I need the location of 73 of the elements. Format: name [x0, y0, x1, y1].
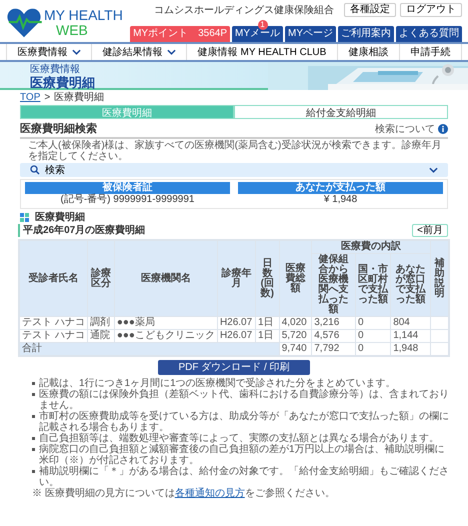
logo-title: MY HEALTH	[44, 8, 123, 22]
note-text: 医療費の額には保険外負担（差額ベット代、歯科における自費診療分等）は、含まれておりません。	[39, 389, 450, 411]
month-title: 平成26年07月の医療費明細	[23, 225, 146, 236]
table-cell: 3,216	[312, 316, 356, 330]
column-header: 医療機関名	[114, 240, 218, 316]
info-icon	[438, 124, 448, 134]
quick-link-button[interactable]: MYページ	[285, 26, 336, 42]
table-cell: H26.07	[217, 316, 256, 330]
table-cell: 0	[356, 330, 391, 342]
column-header: 健保組合から医療機関へ支払った額	[312, 254, 356, 316]
chevron-down-icon	[166, 49, 176, 55]
table-cell: ●●●薬局	[114, 316, 218, 330]
header-button[interactable]: 各種設定	[344, 3, 396, 17]
summary-value: ¥ 1,948	[322, 194, 358, 206]
pdf-download-button[interactable]: PDF ダウンロード / 印刷	[158, 360, 310, 375]
grid-icon	[20, 213, 29, 222]
footnote-text: ※ 医療費明細の見方については各種通知の見方をご参照ください。	[32, 488, 336, 499]
table-cell: 4,020	[279, 316, 312, 330]
column-header: 受診者氏名	[19, 240, 88, 316]
chevron-down-icon	[72, 49, 81, 55]
table-cell: 804	[390, 316, 430, 330]
search-icon	[30, 165, 40, 175]
breadcrumb-separator: >	[44, 92, 50, 103]
quick-link-button[interactable]: MYポイント 3564P	[130, 26, 230, 42]
notification-badge: 1	[258, 20, 268, 30]
section-title: 医療費明細検索	[20, 122, 97, 136]
search-expander[interactable]: 検索	[20, 163, 448, 177]
logo-subtitle: WEB	[55, 22, 89, 38]
breadcrumb-link[interactable]: TOP	[20, 92, 40, 103]
table-cell: 4,576	[312, 330, 356, 342]
nav-menu-item[interactable]: 申請手続	[398, 44, 462, 60]
column-header: 補助説明	[430, 240, 449, 316]
table-cell: 調剤	[87, 316, 114, 330]
search-description: ご本人(被保険者)様は、家族すべての医療機関(薬局含む)受診状況が検索できます。診療年月を指定してください。	[28, 140, 442, 162]
header-button[interactable]: ログアウト	[400, 3, 462, 17]
column-header: 診療区分	[87, 240, 114, 316]
note-text: 病院窓口の自己負担額と減額審査後の自己負担額の差が1万円以上の場合は、補助説明欄に米印（※）が付記されております。	[39, 444, 446, 466]
breadcrumb-current: 医療費明細	[54, 92, 104, 103]
organization-name: コムシスホールディングス健康保険組合	[154, 4, 334, 17]
note-text: 市町村の医療費助成等を受けている方は、助成分等が「あなたが窓口で支払った額」の欄に記載される場合もあります。	[39, 411, 450, 433]
table-cell: 1,144	[390, 330, 430, 342]
column-header: 医療費総額	[279, 240, 312, 316]
note-text: 補助説明欄に「＊」がある場合は、給付金の対象です。「給付金支給明細」もご確認ください。	[39, 466, 450, 488]
quick-link-button[interactable]: ご利用案内	[338, 26, 394, 42]
quick-link-button[interactable]: MYメール	[232, 26, 283, 42]
note-text: 自己負担額等は、端数処理や審査等によって、実際の支払額とは異なる場合があります。	[39, 433, 439, 444]
guide-link[interactable]: 各種通知の見方	[174, 488, 245, 499]
previous-month-button[interactable]: <前月	[412, 224, 448, 237]
column-header: 診療年月	[217, 240, 256, 316]
total-cell: 7,792	[312, 342, 356, 356]
table-cell: テスト ハナコ	[19, 316, 88, 330]
page-title: 医療費明細	[30, 75, 96, 90]
total-label: 合計	[19, 342, 280, 356]
table-cell: 1日	[255, 316, 280, 330]
total-cell: 9,740	[279, 342, 312, 356]
tab[interactable]: 給付金支給明細	[234, 105, 448, 119]
summary-heading: あなたが支払った額	[238, 182, 443, 194]
column-group-header: 医療費の内訳	[312, 240, 430, 254]
table-cell: 0	[356, 316, 391, 330]
heart-logo-icon	[6, 6, 42, 38]
summary-value: (記号-番号) 9999991-9999991	[60, 194, 196, 206]
note-text: 記載は、1行につき1ヶ月間に1つの医療機関で受診された分をまとめています。	[39, 378, 396, 389]
column-header: 国・市区町村で支払った額	[356, 254, 391, 316]
summary-heading: 被保険者証	[25, 182, 230, 194]
chevron-down-icon	[429, 167, 438, 173]
banner-category: 医療費情報	[30, 64, 81, 75]
column-header: あなたが窓口で支払った額	[390, 254, 430, 316]
quick-link-button[interactable]: よくある質問	[396, 26, 462, 42]
table-cell: 5,720	[279, 330, 312, 342]
help-link[interactable]: 検索について	[375, 122, 448, 136]
column-header: 日数(回数)	[255, 240, 280, 316]
section-title: 医療費明細	[35, 212, 85, 223]
total-cell: 0	[356, 342, 391, 356]
